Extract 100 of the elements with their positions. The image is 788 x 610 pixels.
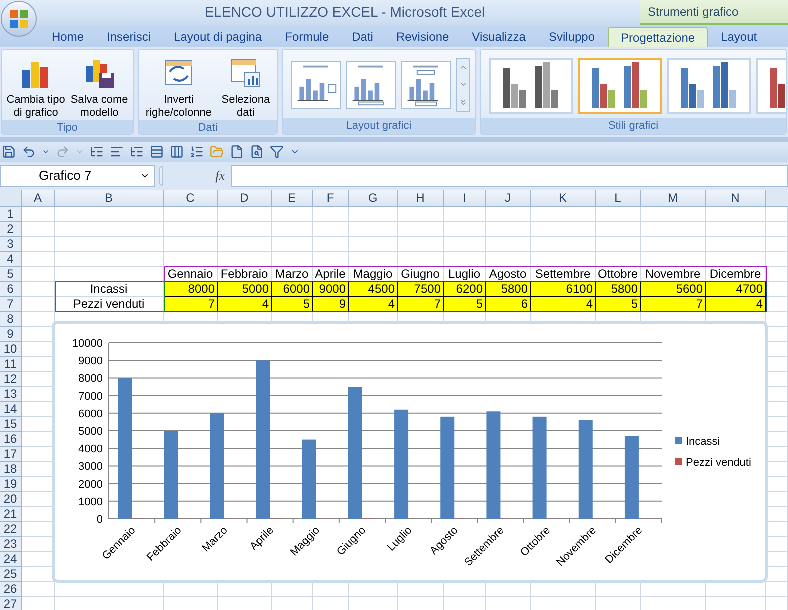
row-header[interactable]: 20 [0, 492, 22, 507]
row-header[interactable]: 3 [0, 237, 22, 252]
ribbon-tab[interactable]: Visualizza [462, 27, 536, 47]
more-icon[interactable] [458, 98, 468, 107]
axis-label: 7000 [78, 390, 103, 403]
row-header[interactable]: 15 [0, 417, 22, 432]
table-cell: 5 [444, 297, 486, 312]
table-cell: 7 [398, 297, 444, 312]
axis-label: 1000 [78, 496, 103, 508]
ribbon-tab[interactable]: Layout di pagina [164, 27, 272, 47]
empty-cell [766, 207, 788, 222]
column-header[interactable]: E [272, 190, 313, 207]
ribbon-tab[interactable]: Home [42, 27, 94, 47]
undo-icon[interactable] [22, 145, 36, 159]
column-header[interactable]: B [55, 190, 164, 207]
row-header[interactable]: 14 [0, 402, 22, 417]
chart-style-thumbnail[interactable] [578, 58, 662, 114]
empty-cell [313, 222, 349, 237]
table-cell: 5000 [218, 282, 272, 297]
chart-style-thumbnail[interactable] [489, 58, 573, 114]
tree-icon[interactable] [90, 145, 104, 159]
row-header[interactable]: 10 [0, 342, 22, 357]
column-header[interactable]: I [444, 190, 486, 207]
ribbon-tab[interactable]: Progettazione [608, 27, 708, 47]
column-header[interactable]: C [164, 190, 218, 207]
row-header[interactable]: 7 [0, 297, 22, 312]
row-header[interactable]: 1 [0, 207, 22, 222]
row-header[interactable]: 25 [0, 567, 22, 582]
legend-label: Pezzi venduti [686, 457, 752, 469]
row-header[interactable]: 11 [0, 357, 22, 372]
chart-layout-thumbnail[interactable] [346, 61, 396, 109]
table-cell: Incassi [55, 282, 164, 297]
row-header[interactable]: 24 [0, 552, 22, 567]
row-header[interactable]: 12 [0, 372, 22, 387]
column-header[interactable]: K [531, 190, 596, 207]
column-header[interactable]: N [706, 190, 766, 207]
row-header[interactable]: 2 [0, 222, 22, 237]
row-header[interactable]: 17 [0, 447, 22, 462]
column-header[interactable]: J [486, 190, 531, 207]
row-header[interactable]: 21 [0, 507, 22, 522]
print-preview-icon[interactable] [250, 145, 264, 159]
row-header[interactable]: 22 [0, 522, 22, 537]
gallery-scrollbar[interactable] [456, 58, 470, 112]
function-button[interactable]: fx [216, 166, 225, 186]
row-header[interactable]: 8 [0, 312, 22, 327]
ribbon-tab[interactable]: Formule [275, 27, 340, 47]
column-header[interactable]: L [596, 190, 641, 207]
ribbon-tab[interactable]: Layout [711, 27, 768, 47]
ribbon-tab[interactable]: Inserisci [97, 27, 162, 47]
chart-layout-thumbnail[interactable] [291, 61, 341, 109]
legend-label: Incassi [686, 436, 720, 448]
ribbon-button[interactable]: Inverti righe/colonne [146, 58, 212, 120]
row-header[interactable]: 27 [0, 597, 22, 610]
column-header[interactable]: G [349, 190, 398, 207]
empty-cell [596, 237, 641, 252]
table-cell: 4 [706, 297, 766, 312]
chart-layout-thumbnail[interactable] [401, 61, 451, 109]
empty-cell [706, 207, 766, 222]
column-header[interactable]: D [218, 190, 272, 207]
column-header[interactable]: H [398, 190, 444, 207]
ribbon-tab[interactable]: Sviluppo [538, 27, 606, 47]
row-header[interactable]: 5 [0, 267, 22, 282]
column-header[interactable]: M [641, 190, 706, 207]
row-header[interactable]: 13 [0, 387, 22, 402]
ribbon-button[interactable]: Salva come modello [70, 58, 128, 120]
filter-icon[interactable] [270, 145, 284, 159]
ribbon-button[interactable]: Seleziona dati [222, 58, 270, 120]
row-header[interactable]: 23 [0, 537, 22, 552]
row-header[interactable]: 9 [0, 327, 22, 342]
align-icon[interactable] [110, 145, 124, 159]
row-header[interactable]: 6 [0, 282, 22, 297]
ribbon-tab[interactable]: Revisione [386, 27, 460, 47]
list-icon[interactable] [190, 145, 204, 159]
ribbon-button[interactable]: Cambia tipo di grafico [6, 58, 66, 120]
empty-cell [218, 222, 272, 237]
tree-icon[interactable] [130, 145, 144, 159]
empty-cell [766, 582, 788, 597]
save-icon[interactable] [2, 145, 16, 159]
group-label: Stili grafici [481, 118, 786, 134]
document-icon[interactable] [230, 145, 244, 159]
axis-label: 6000 [78, 408, 103, 420]
empty-cell [164, 222, 218, 237]
row-header[interactable]: 18 [0, 462, 22, 477]
row-header[interactable]: 26 [0, 582, 22, 597]
row-header[interactable]: 4 [0, 252, 22, 267]
column-header[interactable]: F [313, 190, 349, 207]
name-box[interactable]: Grafico 7 [0, 165, 155, 187]
column-header[interactable]: A [22, 190, 55, 207]
chart-style-thumbnail[interactable] [667, 58, 751, 114]
row-header[interactable]: 16 [0, 432, 22, 447]
office-button[interactable] [1, 1, 37, 37]
columns-icon[interactable] [170, 145, 184, 159]
empty-cell [486, 222, 531, 237]
table-cell: 6200 [444, 282, 486, 297]
empty-cell [444, 207, 486, 222]
row-header[interactable]: 19 [0, 477, 22, 492]
ribbon-tab[interactable]: Dati [342, 27, 384, 47]
rows-icon[interactable] [150, 145, 164, 159]
formula-input[interactable] [231, 165, 788, 187]
empty-cell [218, 207, 272, 222]
